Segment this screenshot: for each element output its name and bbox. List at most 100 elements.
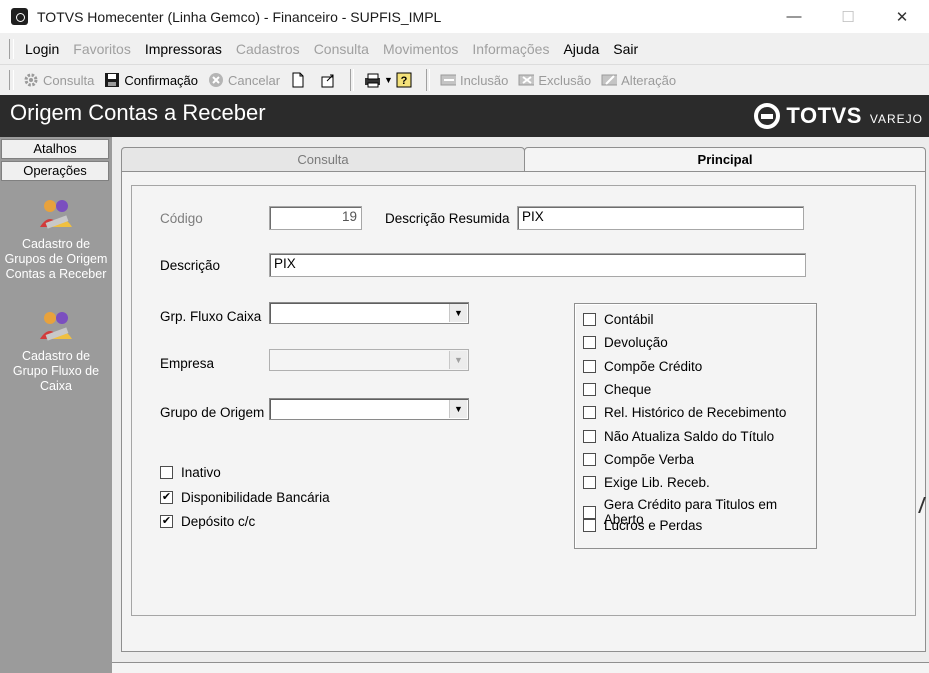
- checkbox-label: Depósito c/c: [181, 514, 256, 529]
- add-record-icon: [440, 72, 456, 88]
- close-icon[interactable]: ✕: [875, 0, 929, 33]
- checkbox-label: Disponibilidade Bancária: [181, 490, 330, 505]
- chevron-down-icon[interactable]: ▼: [449, 400, 467, 418]
- checkbox-label: Devolução: [604, 335, 668, 350]
- edit-record-icon: [601, 72, 618, 88]
- descricao-label: Descrição: [160, 258, 221, 273]
- checkbox-box[interactable]: ✔: [160, 491, 173, 504]
- checkbox-box[interactable]: ✔: [160, 515, 173, 528]
- menu-movimentos[interactable]: Movimentos: [376, 36, 465, 62]
- toolbar-separator: [425, 69, 430, 91]
- exclusao-button[interactable]: Exclusão: [513, 67, 596, 93]
- cancelar-label: Cancelar: [228, 72, 281, 88]
- checkbox-label: Exige Lib. Receb.: [604, 475, 710, 490]
- consulta-button[interactable]: Consulta: [18, 67, 99, 93]
- checkbox-compoe-credito[interactable]: Compõe Crédito: [583, 359, 702, 374]
- print-button[interactable]: ▼ ?: [359, 67, 421, 93]
- checkbox-box[interactable]: [583, 453, 596, 466]
- consulta-label: Consulta: [43, 72, 95, 88]
- codigo-label: Código: [160, 211, 203, 226]
- sidebar-item-label: Cadastro de Grupos de Origem Contas a Re…: [4, 237, 108, 281]
- alteracao-label: Alteração: [621, 72, 677, 88]
- chevron-down-icon[interactable]: ▼: [449, 351, 467, 369]
- descricao-field[interactable]: PIX: [269, 253, 806, 277]
- codigo-field[interactable]: 19: [269, 206, 362, 230]
- checkbox-box[interactable]: [583, 336, 596, 349]
- checkbox-label: Não Atualiza Saldo do Título: [604, 429, 775, 444]
- empresa-select[interactable]: ▼: [269, 349, 469, 371]
- page-title: Origem Contas a Receber: [10, 100, 266, 125]
- grp-fluxo-caixa-select[interactable]: ▼: [269, 302, 469, 324]
- checkbox-devolucao[interactable]: Devolução: [583, 335, 668, 350]
- menu-impressoras[interactable]: Impressoras: [138, 36, 229, 62]
- tab-consulta[interactable]: Consulta: [121, 147, 525, 172]
- menu-consulta[interactable]: Consulta: [307, 36, 376, 62]
- checkbox-box[interactable]: [583, 313, 596, 326]
- sidebar-item-label: Cadastro de Grupo Fluxo de Caixa: [12, 349, 100, 393]
- new-document-button[interactable]: [285, 67, 315, 93]
- checkbox-label: Compõe Verba: [604, 452, 695, 467]
- cancelar-button[interactable]: Cancelar: [203, 67, 285, 93]
- checkbox-deposito-cc[interactable]: ✔ Depósito c/c: [160, 514, 255, 529]
- menu-informacoes[interactable]: Informações: [465, 36, 556, 62]
- sidebar-tab-operacoes[interactable]: Operações: [1, 161, 109, 181]
- confirmacao-button[interactable]: Confirmação: [99, 67, 203, 93]
- print-dropdown-icon[interactable]: ▼: [384, 75, 393, 85]
- menu-grip: [9, 39, 14, 59]
- menu-login[interactable]: Login: [18, 36, 66, 62]
- checkbox-lucros-perdas[interactable]: Lucros e Perdas: [583, 518, 702, 533]
- checkbox-box[interactable]: [583, 383, 596, 396]
- checkbox-box[interactable]: [583, 360, 596, 373]
- cancel-icon: [208, 72, 224, 88]
- logo-subtext: VAREJO: [869, 112, 923, 126]
- menu-favoritos[interactable]: Favoritos: [66, 36, 138, 62]
- checkbox-box[interactable]: [160, 466, 173, 479]
- inclusao-label: Inclusão: [459, 72, 509, 88]
- menu-sair[interactable]: Sair: [606, 36, 645, 62]
- alteracao-button[interactable]: Alteração: [596, 67, 681, 93]
- new-document-icon: [290, 72, 306, 88]
- menu-ajuda[interactable]: Ajuda: [556, 36, 606, 62]
- maximize-icon[interactable]: ☐: [821, 0, 875, 33]
- checkbox-label: Cheque: [604, 382, 652, 397]
- svg-text:?: ?: [401, 75, 408, 87]
- grupo-origem-label: Grupo de Origem: [160, 405, 265, 420]
- checkbox-label: Inativo: [181, 465, 221, 480]
- sidebar-item-grupo-fluxo[interactable]: Cadastro de Grupo Fluxo de Caixa: [4, 309, 108, 394]
- checkbox-nao-atualiza-saldo[interactable]: Não Atualiza Saldo do Título: [583, 429, 774, 444]
- checkbox-contabil[interactable]: Contábil: [583, 312, 654, 327]
- checkbox-label: Contábil: [604, 312, 654, 327]
- toolbar: Consulta Confirmação Cancelar ▼ ? Inclus…: [0, 64, 929, 95]
- export-button[interactable]: [315, 67, 345, 93]
- grupo-origem-select[interactable]: ▼: [269, 398, 469, 420]
- inclusao-button[interactable]: Inclusão: [435, 67, 513, 93]
- totvs-logo-icon: [754, 103, 781, 129]
- form-panel: Código 19 Descrição Resumida PIX Descriç…: [131, 185, 916, 616]
- checkbox-box[interactable]: [583, 476, 596, 489]
- checkbox-box[interactable]: [583, 430, 596, 443]
- users-icon: [38, 309, 74, 343]
- sidebar-tab-atalhos[interactable]: Atalhos: [1, 139, 109, 159]
- checkbox-cheque[interactable]: Cheque: [583, 382, 651, 397]
- checkbox-exige-lib-receb[interactable]: Exige Lib. Receb.: [583, 475, 710, 490]
- page-header: Origem Contas a Receber TOTVS VAREJO: [0, 95, 929, 137]
- checkbox-box[interactable]: [583, 519, 596, 532]
- tab-principal[interactable]: Principal: [524, 147, 926, 172]
- confirmacao-label: Confirmação: [124, 72, 199, 88]
- checkbox-box[interactable]: [583, 505, 596, 519]
- checkbox-rel-historico[interactable]: Rel. Histórico de Recebimento: [583, 405, 786, 420]
- minimize-icon[interactable]: —: [767, 0, 821, 33]
- checkbox-compoe-verba[interactable]: Compõe Verba: [583, 452, 694, 467]
- menu-cadastros[interactable]: Cadastros: [229, 36, 307, 62]
- sidebar-item-grupos-origem[interactable]: Cadastro de Grupos de Origem Contas a Re…: [4, 197, 108, 282]
- exclusao-label: Exclusão: [538, 72, 592, 88]
- tab-panel: Código 19 Descrição Resumida PIX Descriç…: [121, 171, 926, 652]
- checkbox-inativo[interactable]: Inativo: [160, 465, 221, 480]
- chevron-down-icon[interactable]: ▼: [449, 304, 467, 322]
- checkbox-box[interactable]: [583, 406, 596, 419]
- descricao-resumida-label: Descrição Resumida: [385, 211, 510, 226]
- export-icon: [320, 72, 336, 88]
- descricao-resumida-field[interactable]: PIX: [517, 206, 804, 230]
- checkbox-disponibilidade-bancaria[interactable]: ✔ Disponibilidade Bancária: [160, 490, 330, 505]
- status-strip: [112, 662, 929, 673]
